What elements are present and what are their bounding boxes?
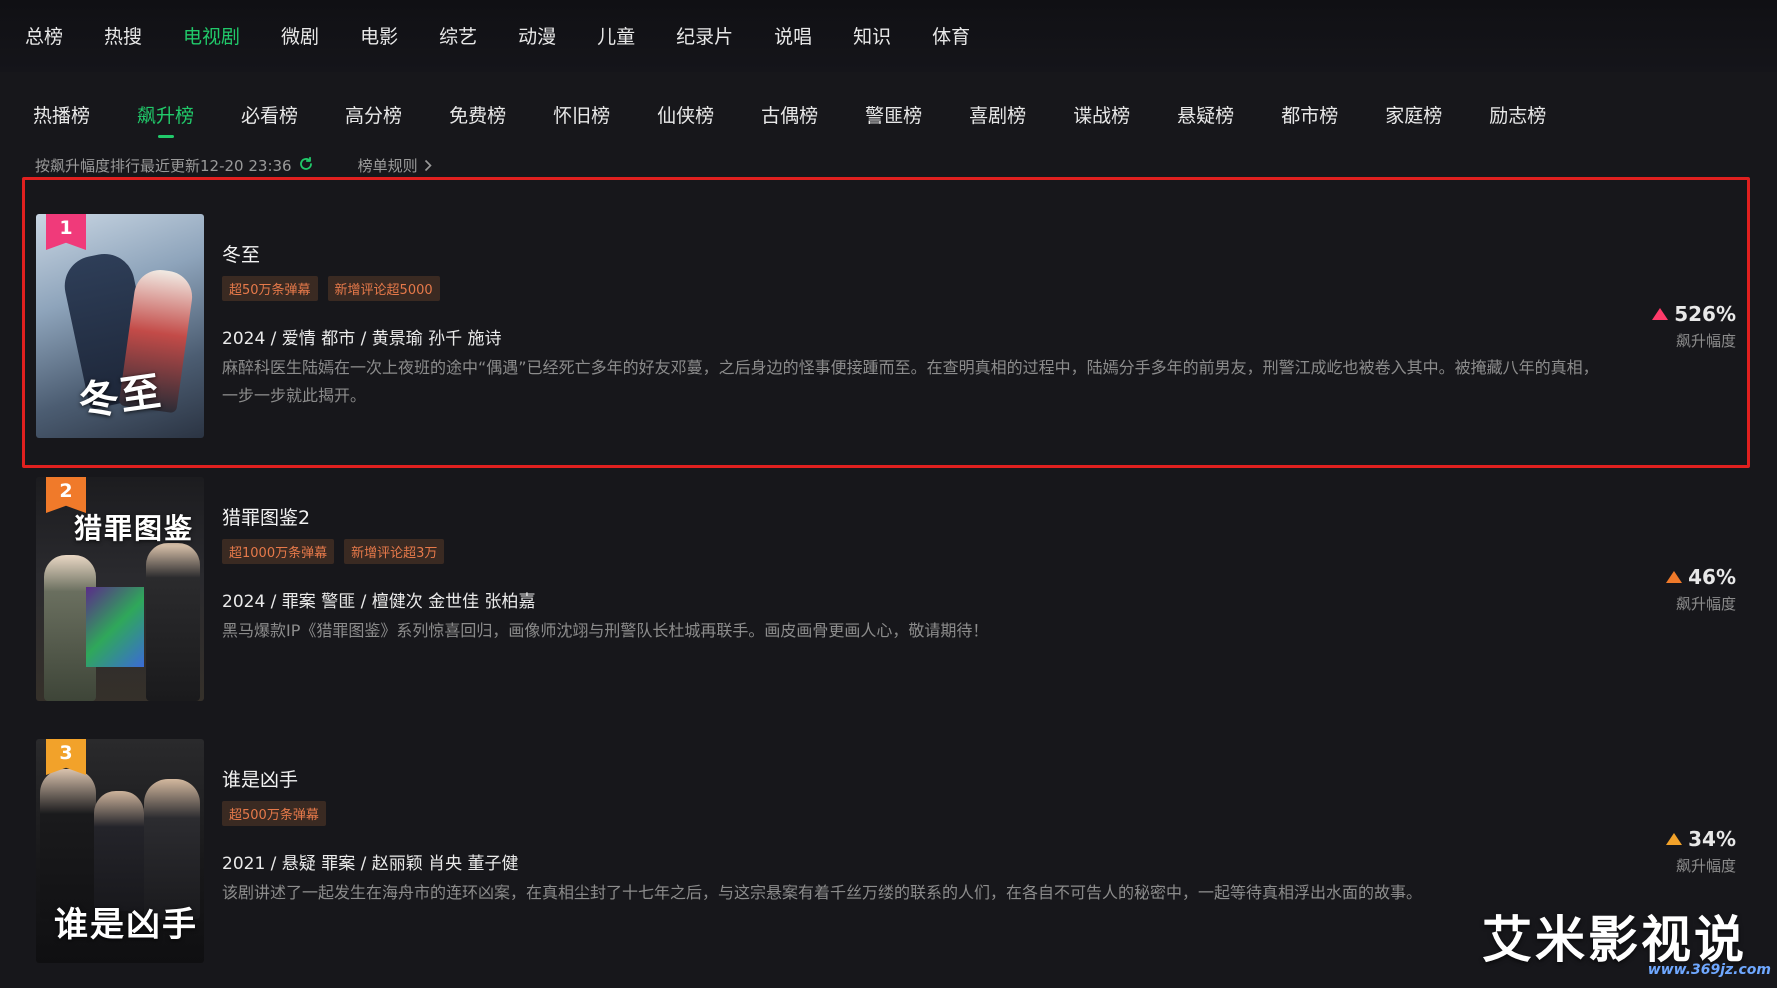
rank-number: 2 — [59, 480, 73, 502]
tab-urban[interactable]: 都市榜 — [1281, 101, 1338, 128]
tab-hot-play[interactable]: 热播榜 — [33, 101, 90, 128]
item-title[interactable]: 谁是凶手 — [222, 765, 298, 792]
tab-police[interactable]: 警匪榜 — [865, 101, 922, 128]
up-arrow-icon — [1666, 833, 1683, 845]
poster-figure — [94, 791, 144, 911]
poster-title-art: 猎罪图鉴 — [74, 512, 195, 545]
nav-item-movie[interactable]: 电影 — [360, 22, 398, 49]
item-description: 该剧讲述了一起发生在海舟市的连环凶案，在真相尘封了十七年之后，与这宗悬案有着千丝… — [222, 883, 1423, 902]
watermark-url: www.369jz.com — [1647, 962, 1771, 978]
nav-item-knowledge[interactable]: 知识 — [853, 22, 891, 49]
nav-item-children[interactable]: 儿童 — [597, 22, 635, 49]
nav-item-rap[interactable]: 说唱 — [774, 22, 812, 49]
nav-item-documentary[interactable]: 纪录片 — [676, 22, 733, 49]
poster-painting — [86, 587, 144, 667]
item-meta: 2024 / 罪案 警匪 / 檀健次 金世佳 张柏嘉 — [222, 592, 536, 612]
poster-figure — [146, 543, 200, 701]
nav-item-overall[interactable]: 总榜 — [25, 22, 63, 49]
primary-category-nav: 总榜 热搜 电视剧 微剧 电影 综艺 动漫 儿童 纪录片 说唱 知识 体育 — [25, 22, 1011, 49]
rank-number: 3 — [59, 742, 73, 764]
up-arrow-icon — [1666, 571, 1683, 583]
nav-item-anime[interactable]: 动漫 — [518, 22, 556, 49]
poster-image[interactable]: 谁是凶手 3 — [36, 739, 204, 963]
ranking-rules-label: 榜单规则 — [357, 157, 418, 175]
tab-free[interactable]: 免费榜 — [449, 101, 506, 128]
tag: 超1000万条弹幕 — [222, 539, 335, 564]
nav-item-tv-series[interactable]: 电视剧 — [183, 22, 240, 49]
growth-value: 34% — [1688, 827, 1736, 851]
poster-image[interactable]: 猎罪图鉴 2 — [36, 477, 204, 701]
tab-inspirational[interactable]: 励志榜 — [1489, 101, 1546, 128]
sort-update-text: 按飙升幅度排行最近更新12-20 23:36 — [35, 157, 292, 175]
item-title[interactable]: 猎罪图鉴2 — [222, 503, 310, 530]
tab-family[interactable]: 家庭榜 — [1385, 101, 1442, 128]
ranking-list-item[interactable]: 猎罪图鉴 2 猎罪图鉴2 超1000万条弹幕 新增评论超3万 2024 / 罪案… — [36, 477, 1736, 701]
nav-item-variety[interactable]: 综艺 — [439, 22, 477, 49]
tag-list: 超500万条弹幕 — [222, 801, 336, 826]
rank-badge: 2 — [46, 477, 86, 513]
growth-value: 46% — [1688, 565, 1736, 589]
tab-costume-romance[interactable]: 古偶榜 — [761, 101, 818, 128]
item-meta: 2021 / 悬疑 罪案 / 赵丽颖 肖央 董子健 — [222, 854, 519, 874]
selection-highlight-box — [22, 177, 1750, 468]
tab-comedy[interactable]: 喜剧榜 — [969, 101, 1026, 128]
ranking-info-bar: 按飙升幅度排行最近更新12-20 23:36 榜单规则 — [35, 155, 432, 176]
tab-must-watch[interactable]: 必看榜 — [241, 101, 298, 128]
nav-item-hot-search[interactable]: 热搜 — [104, 22, 142, 49]
growth-indicator: 34% 飙升幅度 — [1636, 827, 1736, 876]
tag: 新增评论超3万 — [344, 539, 445, 564]
tab-high-score[interactable]: 高分榜 — [345, 101, 402, 128]
growth-label: 飙升幅度 — [1675, 857, 1736, 875]
nav-item-micro-drama[interactable]: 微剧 — [281, 22, 319, 49]
ranking-rules-link[interactable]: 榜单规则 — [358, 155, 432, 176]
tab-spy[interactable]: 谍战榜 — [1073, 101, 1130, 128]
growth-label: 飙升幅度 — [1675, 595, 1736, 613]
chevron-right-icon — [424, 159, 432, 172]
ranking-list-item[interactable]: 谁是凶手 3 谁是凶手 超500万条弹幕 2021 / 悬疑 罪案 / 赵丽颖 … — [36, 739, 1736, 963]
growth-indicator: 46% 飙升幅度 — [1636, 565, 1736, 614]
tab-rising[interactable]: 飙升榜 — [137, 101, 194, 138]
nav-item-sports[interactable]: 体育 — [932, 22, 970, 49]
tag: 超500万条弹幕 — [222, 801, 326, 826]
tag-list: 超1000万条弹幕 新增评论超3万 — [222, 539, 454, 564]
tab-xianxia[interactable]: 仙侠榜 — [657, 101, 714, 128]
item-description: 黑马爆款IP《猎罪图鉴》系列惊喜回归，画像师沈翊与刑警队长杜城再联手。画皮画骨更… — [222, 621, 989, 640]
ranking-type-tabs: 热播榜 飙升榜 必看榜 高分榜 免费榜 怀旧榜 仙侠榜 古偶榜 警匪榜 喜剧榜 … — [33, 101, 1593, 138]
tab-nostalgic[interactable]: 怀旧榜 — [553, 101, 610, 128]
refresh-icon[interactable] — [292, 156, 314, 176]
poster-title-art: 谁是凶手 — [54, 905, 198, 945]
tab-suspense[interactable]: 悬疑榜 — [1177, 101, 1234, 128]
